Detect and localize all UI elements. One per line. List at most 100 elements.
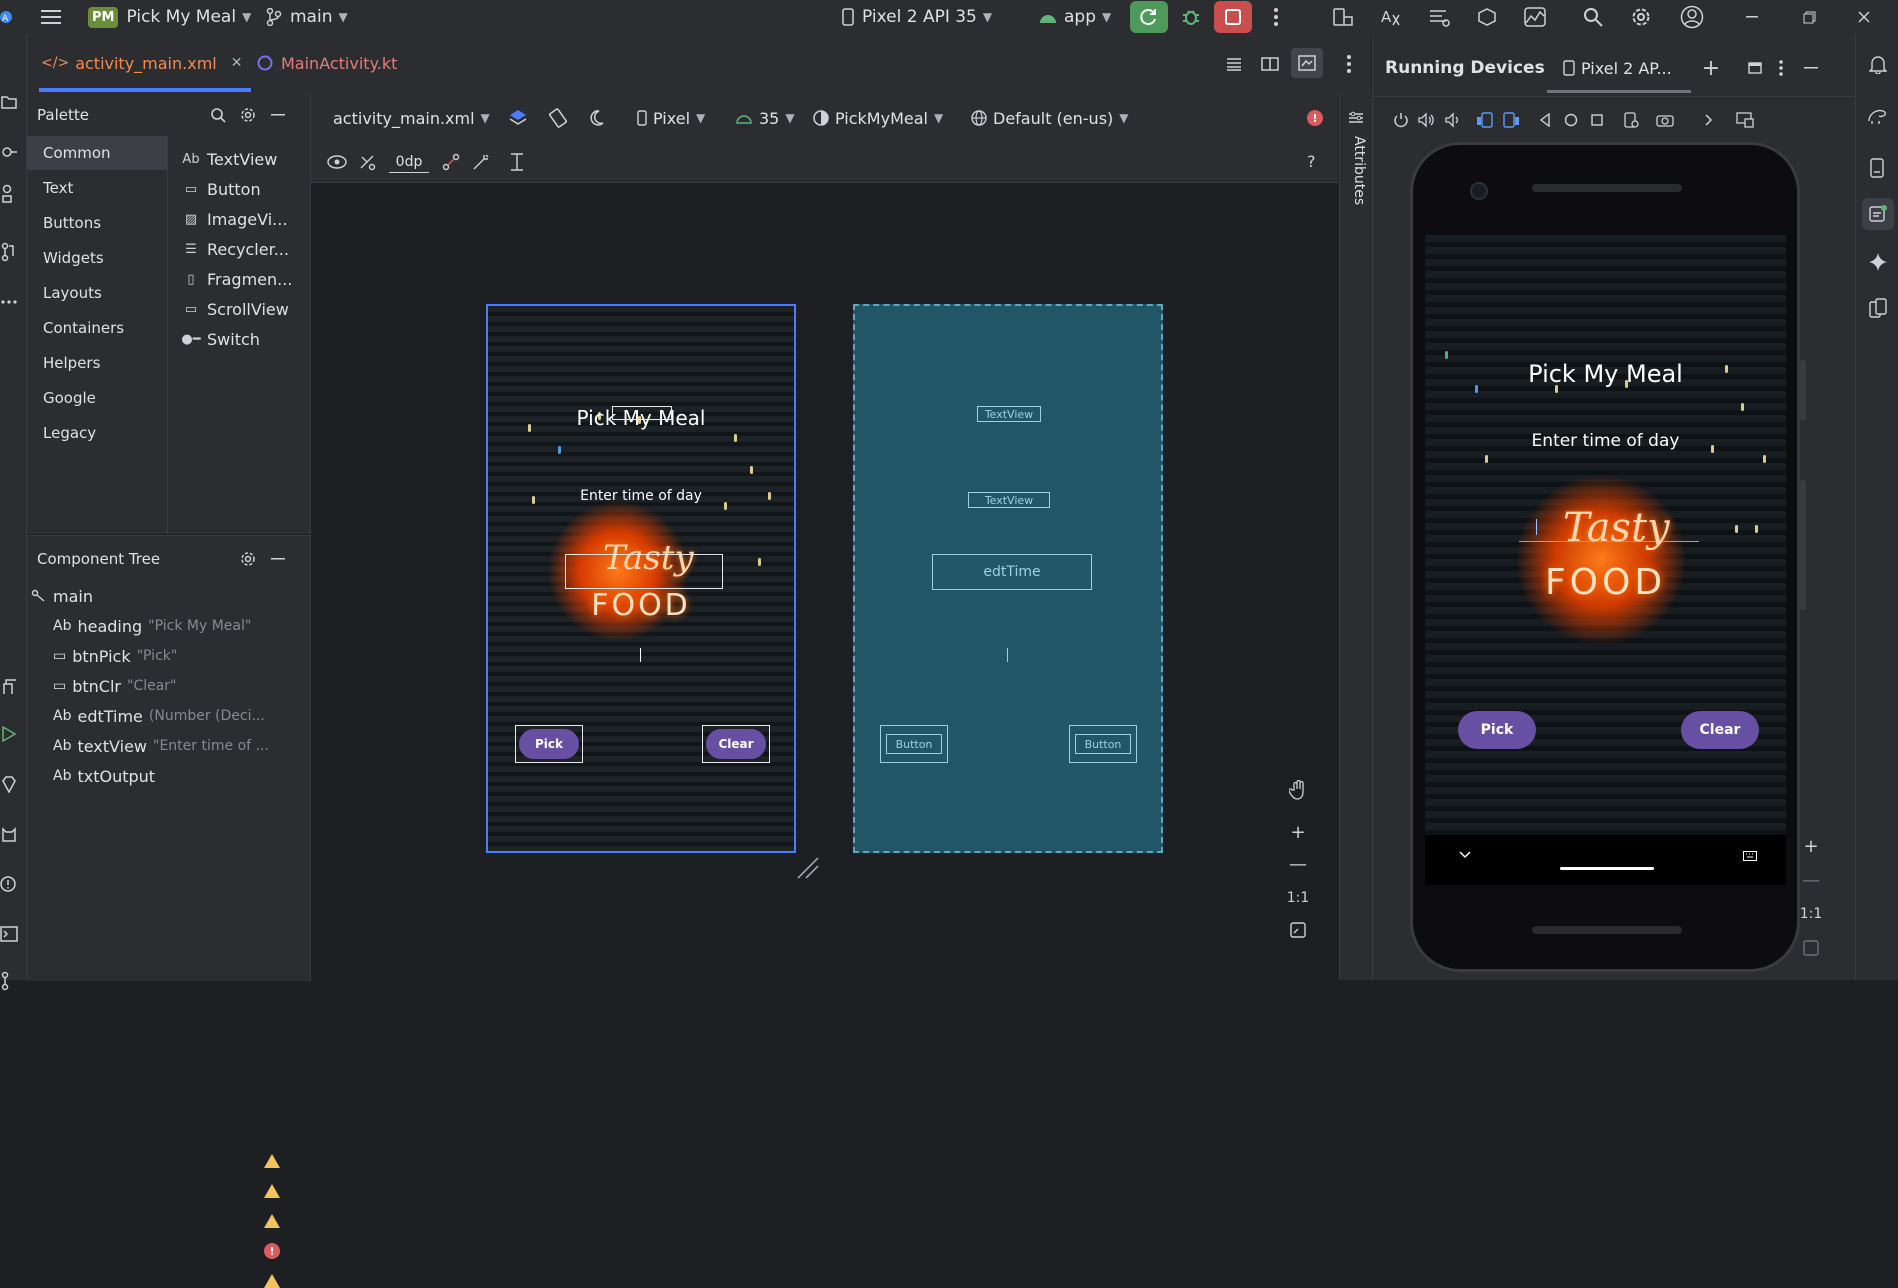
- autoconnect-off-icon[interactable]: [355, 150, 379, 174]
- close-window-icon[interactable]: [1852, 5, 1876, 29]
- zoom-in-icon[interactable]: +: [1280, 814, 1316, 850]
- volume-up-icon[interactable]: [1415, 108, 1439, 132]
- blueprint-button-frame[interactable]: Button: [880, 725, 948, 763]
- back-icon[interactable]: [1533, 108, 1557, 132]
- clear-button-preview[interactable]: Clear: [706, 729, 766, 759]
- tree-node-root[interactable]: main: [31, 582, 93, 610]
- palette-category[interactable]: Legacy: [27, 416, 167, 450]
- pull-requests-icon[interactable]: [0, 240, 18, 264]
- warning-icon[interactable]: [264, 1184, 280, 1198]
- version-control-icon[interactable]: [0, 969, 18, 993]
- gesture-bar[interactable]: [1560, 867, 1654, 870]
- gem-icon[interactable]: [0, 772, 18, 796]
- build-icon[interactable]: [0, 674, 18, 698]
- warning-icon[interactable]: [264, 1214, 280, 1228]
- logcat-cat-icon[interactable]: [0, 822, 18, 846]
- palette-category[interactable]: Buttons: [27, 206, 167, 240]
- attributes-icon[interactable]: [1346, 108, 1366, 128]
- blueprint-textview[interactable]: TextView: [977, 406, 1041, 422]
- stop-icon[interactable]: [1214, 1, 1252, 33]
- gradle-icon[interactable]: [1866, 104, 1890, 128]
- palette-category[interactable]: Google: [27, 381, 167, 415]
- project-folder-icon[interactable]: [0, 92, 18, 112]
- palette-widget[interactable]: ▨ ImageVi...: [181, 204, 288, 234]
- palette-widget[interactable]: ●━ Switch: [181, 324, 260, 354]
- search-icon[interactable]: [1580, 5, 1606, 29]
- profiler-icon[interactable]: [1522, 5, 1548, 29]
- close-tab-icon[interactable]: ✕: [231, 55, 243, 71]
- run-tool-icon[interactable]: [0, 722, 18, 746]
- running-devices-icon[interactable]: [1862, 198, 1894, 230]
- palette-widget[interactable]: ▭ Button: [181, 174, 261, 204]
- resource-manager-icon[interactable]: [0, 182, 18, 206]
- blueprint-edittext[interactable]: edtTime: [932, 554, 1092, 590]
- main-menu-icon[interactable]: [38, 5, 64, 29]
- debug-icon[interactable]: [1178, 5, 1204, 29]
- account-icon[interactable]: [1678, 3, 1706, 31]
- device-manager-icon[interactable]: [1330, 5, 1356, 29]
- more-vertical-icon[interactable]: [1769, 56, 1793, 80]
- file-selector[interactable]: activity_main.xml ▼: [333, 94, 490, 142]
- minimize-panel-icon[interactable]: [267, 548, 289, 570]
- camera-icon[interactable]: [1653, 108, 1677, 132]
- terminal-icon[interactable]: [0, 922, 18, 946]
- split-view-icon[interactable]: [1259, 54, 1281, 74]
- design-view-icon[interactable]: [1291, 48, 1323, 78]
- more-vertical-icon[interactable]: [1339, 54, 1359, 74]
- restore-icon[interactable]: [1797, 5, 1821, 29]
- power-icon[interactable]: [1389, 108, 1413, 132]
- hide-panel-icon[interactable]: [1799, 56, 1823, 80]
- tree-node[interactable]: Ab textView "Enter time of ...: [53, 732, 269, 760]
- api-selector[interactable]: 35 ▼: [735, 94, 795, 142]
- app-pick-button[interactable]: Pick: [1458, 711, 1536, 749]
- error-indicator-icon[interactable]: !: [1307, 110, 1323, 126]
- attributes-tab[interactable]: Attributes: [1343, 136, 1367, 256]
- gear-icon[interactable]: [237, 548, 259, 570]
- translate-icon[interactable]: A: [1378, 5, 1404, 29]
- emulator-extended-icon[interactable]: [1866, 296, 1890, 320]
- default-margin-field[interactable]: 0dp: [389, 152, 429, 173]
- pan-icon[interactable]: [1280, 772, 1316, 808]
- design-preview[interactable]: Pick My Meal Enter time of day Tasty FOO…: [486, 304, 796, 853]
- palette-category[interactable]: Helpers: [27, 346, 167, 380]
- tab-mainactivity[interactable]: MainActivity.kt: [257, 34, 427, 92]
- device-file-explorer-icon[interactable]: [1866, 156, 1890, 180]
- locale-selector[interactable]: Default (en-us) ▼: [971, 94, 1129, 142]
- night-mode-icon[interactable]: [583, 106, 609, 130]
- tree-node[interactable]: ▭ btnClr "Clear": [53, 672, 177, 700]
- view-options-icon[interactable]: [325, 150, 349, 174]
- infer-constraints-icon[interactable]: [469, 150, 493, 174]
- palette-widget[interactable]: Ab TextView: [181, 144, 277, 174]
- minimize-icon[interactable]: [1740, 5, 1764, 29]
- rotate-left-icon[interactable]: [1473, 108, 1497, 132]
- add-device-icon[interactable]: +: [1699, 56, 1723, 81]
- commit-icon[interactable]: [0, 142, 18, 162]
- window-layout-icon[interactable]: [1743, 56, 1767, 80]
- app-clear-button[interactable]: Clear: [1681, 711, 1759, 749]
- clear-constraints-icon[interactable]: [439, 150, 463, 174]
- emulator-screen[interactable]: Pick My Meal Enter time of day Tasty FOO…: [1425, 235, 1786, 835]
- warning-icon[interactable]: [264, 1154, 280, 1168]
- resize-handle-icon[interactable]: [796, 856, 820, 880]
- design-surface-icon[interactable]: [505, 106, 531, 130]
- device-settings-icon[interactable]: [1619, 108, 1643, 132]
- blueprint-button-frame[interactable]: Button: [1069, 725, 1137, 763]
- logcat-icon[interactable]: [1426, 5, 1452, 29]
- gemini-sparkle-icon[interactable]: [1866, 250, 1890, 274]
- zoom-fit-icon[interactable]: [1280, 912, 1316, 948]
- tree-node[interactable]: Ab heading "Pick My Meal": [53, 612, 251, 640]
- palette-category[interactable]: Text: [27, 171, 167, 205]
- palette-widget[interactable]: ☰ Recycler...: [181, 234, 289, 264]
- tree-node[interactable]: Ab edtTime (Number (Deci...: [53, 702, 265, 730]
- branch-selector[interactable]: main ▼: [266, 4, 348, 30]
- zoom-actual-size[interactable]: 1:1: [1280, 880, 1316, 916]
- design-canvas[interactable]: [311, 94, 1338, 980]
- palette-category[interactable]: Widgets: [27, 241, 167, 275]
- app-inspection-icon[interactable]: [1474, 5, 1500, 29]
- tab-running-device[interactable]: Pixel 2 AP...: [1563, 52, 1672, 84]
- blueprint-textview[interactable]: TextView: [968, 492, 1050, 508]
- nav-collapse-icon[interactable]: [1459, 851, 1475, 867]
- palette-category[interactable]: Layouts: [27, 276, 167, 310]
- more-tools-icon[interactable]: [0, 292, 18, 312]
- zoom-fit-icon[interactable]: [1793, 930, 1829, 966]
